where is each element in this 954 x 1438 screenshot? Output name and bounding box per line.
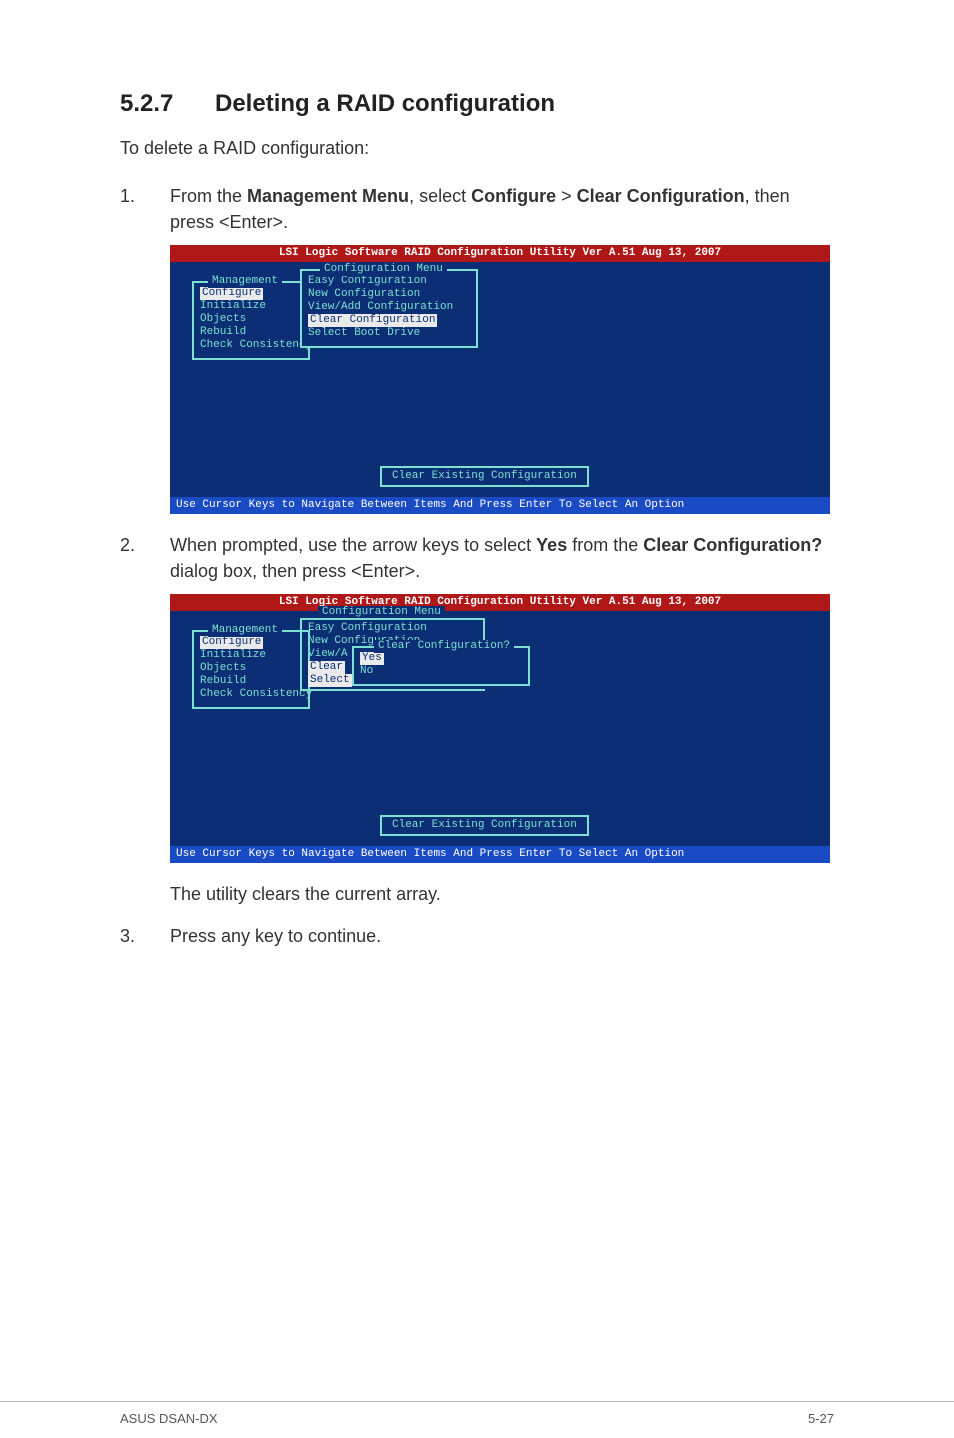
terminal-header: LSI Logic Software RAID Configuration Ut… [170, 245, 830, 262]
hint-box: Clear Existing Configuration [380, 815, 589, 836]
mgmt-item-rebuild[interactable]: Rebuild [200, 326, 302, 339]
step-2-text: When prompted, use the arrow keys to sel… [170, 532, 834, 584]
terminal-body: Management Configure Initialize Objects … [170, 611, 830, 846]
step-number: 2. [120, 532, 135, 558]
mgmt-item-initialize[interactable]: Initialize [200, 649, 302, 662]
conf-item-view-add[interactable]: View/Add Configuration [308, 301, 470, 314]
clear-configuration-dialog: Clear Configuration? Yes No [352, 646, 530, 686]
management-menu-legend: Management [208, 624, 282, 637]
intro-text: To delete a RAID configuration: [120, 138, 834, 159]
mgmt-item-initialize[interactable]: Initialize [200, 300, 302, 313]
management-menu-legend: Management [208, 275, 282, 288]
mgmt-item-check-consistency[interactable]: Check Consistency [200, 688, 302, 701]
conf-item-easy[interactable]: Easy Configuration [308, 622, 427, 634]
section-heading: 5.2.7Deleting a RAID configuration [120, 90, 834, 118]
mgmt-item-check-consistency[interactable]: Check Consistency [200, 339, 302, 352]
terminal-footer: Use Cursor Keys to Navigate Between Item… [170, 497, 830, 514]
footer-divider [0, 1401, 954, 1402]
conf-item-clear-stub[interactable]: Clear [308, 661, 345, 674]
step-2: 2. When prompted, use the arrow keys to … [120, 532, 834, 863]
step-number: 1. [120, 183, 135, 209]
step-3: 3. Press any key to continue. [120, 923, 834, 949]
terminal-screenshot-2: LSI Logic Software RAID Configuration Ut… [170, 594, 830, 863]
hint-box: Clear Existing Configuration [380, 466, 589, 487]
section-title-text: Deleting a RAID configuration [215, 90, 555, 117]
conf-item-clear[interactable]: Clear Configuration [308, 314, 437, 327]
terminal-footer: Use Cursor Keys to Navigate Between Item… [170, 846, 830, 863]
footer-left: ASUS DSAN-DX [120, 1411, 218, 1426]
step-2-result-text: The utility clears the current array. [170, 881, 834, 907]
conf-item-new[interactable]: New Configuration [308, 288, 470, 301]
step-1: 1. From the Management Menu, select Conf… [120, 183, 834, 514]
mgmt-item-objects[interactable]: Objects [200, 313, 302, 326]
clearq-no[interactable]: No [360, 665, 522, 678]
configuration-menu-legend: Configuration Menu [320, 263, 447, 276]
clearq-yes[interactable]: Yes [360, 652, 384, 665]
conf-item-select-stub[interactable]: Select [308, 674, 352, 687]
step-3-text: Press any key to continue. [170, 923, 834, 949]
mgmt-item-configure[interactable]: Configure [200, 636, 263, 649]
terminal-screenshot-1: LSI Logic Software RAID Configuration Ut… [170, 245, 830, 514]
step-2-result: The utility clears the current array. [120, 881, 834, 907]
conf-item-easy[interactable]: Easy Configuration [308, 275, 470, 288]
conf-item-view-trunc[interactable]: View/A [308, 648, 348, 660]
section-number: 5.2.7 [120, 90, 215, 118]
clear-configuration-legend: Clear Configuration? [374, 640, 514, 653]
mgmt-item-rebuild[interactable]: Rebuild [200, 675, 302, 688]
page-footer: ASUS DSAN-DX 5-27 [120, 1411, 834, 1426]
management-menu: Management Configure Initialize Objects … [192, 281, 310, 360]
step-number: 3. [120, 923, 135, 949]
footer-right: 5-27 [808, 1411, 834, 1426]
configuration-menu-legend: Configuration Menu [318, 606, 445, 618]
terminal-body: Management Configure Initialize Objects … [170, 262, 830, 497]
mgmt-item-objects[interactable]: Objects [200, 662, 302, 675]
step-1-text: From the Management Menu, select Configu… [170, 183, 834, 235]
terminal-header: LSI Logic Software RAID Configuration Ut… [170, 594, 830, 611]
conf-item-boot[interactable]: Select Boot Drive [308, 327, 470, 340]
mgmt-item-configure[interactable]: Configure [200, 287, 263, 300]
configuration-menu: Configuration Menu Easy Configuration Ne… [300, 269, 478, 348]
management-menu: Management Configure Initialize Objects … [192, 630, 310, 709]
